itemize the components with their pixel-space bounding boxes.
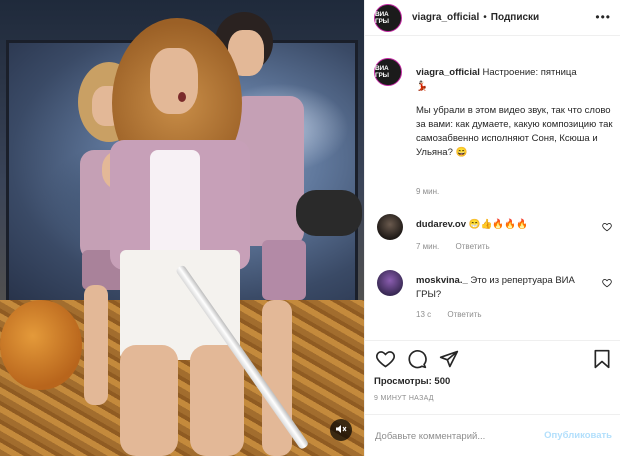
add-comment-bar: Опубликовать <box>365 414 620 456</box>
post-side-panel: ВИА ГРЫ viagra_official • Подписки ••• В… <box>364 0 620 456</box>
caption-timestamp[interactable]: 9 мин. <box>416 187 439 196</box>
caption-username[interactable]: viagra_official <box>416 67 480 78</box>
publish-button[interactable]: Опубликовать <box>544 430 612 441</box>
reply-button[interactable]: Ответить <box>456 242 490 251</box>
post-time-ago[interactable]: 9 МИНУТ НАЗАД <box>374 395 434 402</box>
comment-text-block: moskvina._ Это из репертуара ВИА ГРЫ? <box>416 274 591 302</box>
comment-time[interactable]: 7 мин. <box>416 242 439 251</box>
pumpkin-prop <box>0 300 82 390</box>
comment-username[interactable]: dudarev.ov <box>416 219 466 230</box>
post-header: ВИА ГРЫ viagra_official • Подписки ••• <box>365 0 620 36</box>
avatar-logo-text: ВИА ГРЫ <box>375 10 389 25</box>
comment-meta: 13 с Ответить <box>416 310 496 319</box>
comment-text-block: dudarev.ov 😁👍🔥🔥🔥 <box>416 218 591 232</box>
speaker-muted-icon <box>335 423 347 438</box>
commenter-avatar[interactable] <box>377 270 403 296</box>
comment-bubble-icon[interactable] <box>407 349 427 372</box>
reply-button[interactable]: Ответить <box>447 310 481 319</box>
like-comment-heart-icon[interactable] <box>602 222 612 235</box>
comment-meta: 7 мин. Ответить <box>416 242 504 251</box>
caption-emoji: 💃🏻 <box>416 81 428 92</box>
caption-text-block: viagra_official Настроение: пятница 💃🏻 М… <box>416 66 616 160</box>
caption-title: Настроение: пятница <box>482 67 577 78</box>
author-avatar[interactable]: ВИА ГРЫ <box>374 3 402 32</box>
caption-body: Мы убрали в этом видео звук, так что сло… <box>416 105 613 158</box>
like-heart-icon[interactable] <box>375 349 396 372</box>
author-username[interactable]: viagra_official <box>412 12 479 23</box>
more-options-icon[interactable]: ••• <box>595 11 611 23</box>
comment-text: 😁👍🔥🔥🔥 <box>468 219 528 230</box>
mute-toggle-button[interactable] <box>330 419 352 441</box>
separator-dot: • <box>483 12 487 23</box>
comment-time[interactable]: 13 с <box>416 310 431 319</box>
caption-avatar[interactable]: ВИА ГРЫ <box>374 58 402 86</box>
save-bookmark-icon[interactable] <box>593 349 611 372</box>
like-comment-heart-icon[interactable] <box>602 278 612 291</box>
views-count[interactable]: Просмотры: 500 <box>374 376 450 387</box>
commenter-avatar[interactable] <box>377 214 403 240</box>
following-button[interactable]: Подписки <box>491 12 539 23</box>
share-paper-plane-icon[interactable] <box>439 349 459 372</box>
comment-username[interactable]: moskvina._ <box>416 275 468 286</box>
post-actions-bar <box>365 340 620 378</box>
avatar-logo-text: ВИА ГРЫ <box>375 65 389 79</box>
post-video[interactable] <box>0 0 364 456</box>
comment-input[interactable] <box>375 427 535 445</box>
